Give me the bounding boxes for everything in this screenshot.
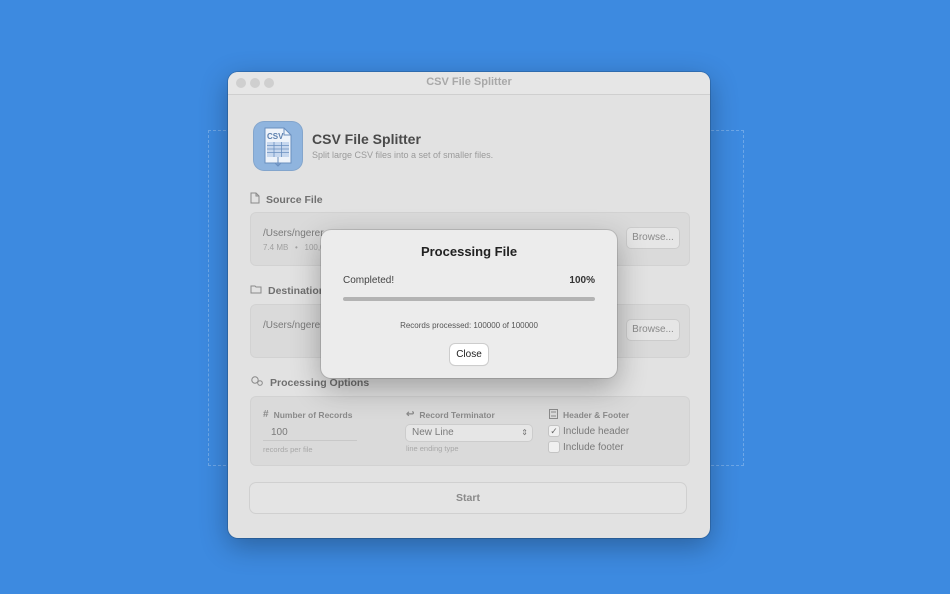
folder-icon: [250, 284, 262, 297]
updown-chevron-icon: ⇕: [521, 428, 528, 437]
meta-separator: •: [295, 243, 298, 252]
source-file-size: 7.4 MB: [263, 243, 289, 252]
destination-browse-button[interactable]: Browse...: [627, 320, 679, 340]
app-name: CSV File Splitter: [312, 131, 421, 147]
app-icon: CSV: [253, 121, 303, 171]
document-icon: [250, 192, 260, 207]
title-bar: CSV File Splitter: [228, 72, 710, 95]
hash-icon: #: [263, 409, 269, 420]
gears-icon: [250, 375, 264, 390]
dialog-status: Completed!: [343, 275, 395, 286]
records-option-label: # Number of Records: [263, 409, 352, 420]
terminator-select[interactable]: New Line ⇕: [406, 425, 532, 441]
dialog-percent: 100%: [569, 275, 595, 286]
destination-heading-label: Destination: [268, 284, 326, 297]
header-footer-label-text: Header & Footer: [563, 410, 630, 420]
include-header-label: Include header: [563, 426, 630, 437]
dialog-title: Processing File: [420, 244, 518, 259]
header-footer-label: Header & Footer: [549, 409, 629, 421]
source-file-heading: Source File: [250, 192, 323, 207]
empty-checkbox: [549, 442, 559, 453]
start-button[interactable]: Start: [250, 483, 686, 513]
source-file-path: /Users/ngerer: [263, 228, 324, 239]
terminator-option-label: ↩ Record Terminator: [406, 409, 495, 420]
include-footer-checkbox[interactable]: Include footer: [549, 442, 624, 453]
app-subtitle: Split large CSV files into a set of smal…: [312, 150, 494, 160]
options-box: # Number of Records 100 records per file…: [250, 396, 690, 466]
destination-heading: Destination: [250, 284, 325, 297]
include-footer-label: Include footer: [563, 442, 624, 453]
destination-path: /Users/ngerer: [263, 320, 324, 331]
window-title: CSV File Splitter: [426, 76, 512, 88]
checkmark-icon: ✓: [549, 426, 559, 437]
records-input[interactable]: 100: [263, 426, 357, 441]
processing-options-label: Processing Options: [270, 376, 370, 389]
source-file-heading-label: Source File: [266, 193, 323, 206]
progress-fill: [343, 297, 595, 301]
records-hint: records per file: [263, 445, 313, 454]
terminator-label-text: Record Terminator: [419, 409, 495, 420]
processing-dialog: Processing File Completed! 100% Records …: [321, 230, 617, 378]
include-header-checkbox[interactable]: ✓ Include header: [549, 426, 629, 437]
header-footer-icon: [549, 409, 558, 421]
terminator-select-value: New Line: [412, 427, 454, 438]
records-processed: Records processed: 100000 of 100000: [400, 321, 538, 330]
dialog-close-button[interactable]: Close: [450, 344, 488, 365]
return-icon: ↩: [406, 409, 415, 420]
progress-bar: [343, 297, 595, 301]
source-browse-button[interactable]: Browse...: [627, 228, 679, 248]
terminator-hint: line ending type: [406, 444, 459, 453]
source-file-meta: 7.4 MB • 100,0: [263, 243, 325, 252]
app-icon-text: CSV: [267, 132, 284, 141]
records-label-text: Number of Records: [273, 409, 353, 420]
